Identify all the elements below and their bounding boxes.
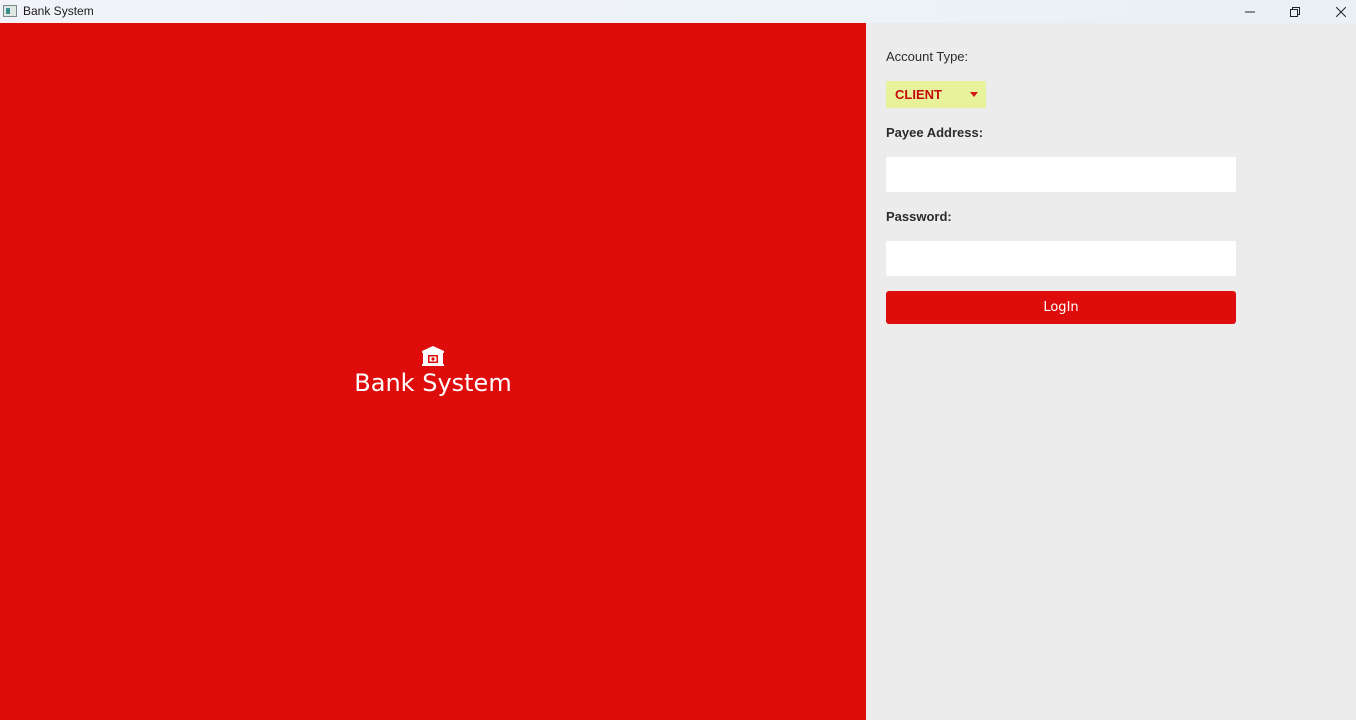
window-titlebar[interactable]: Bank System	[0, 0, 1356, 23]
login-panel: Account Type: CLIENT Payee Address: Pass…	[866, 23, 1356, 720]
password-input[interactable]	[886, 241, 1236, 276]
chevron-down-icon	[970, 92, 978, 97]
window-title: Bank System	[23, 4, 94, 18]
login-button[interactable]: LogIn	[886, 291, 1236, 324]
brand-block: Bank System	[0, 345, 866, 397]
close-icon	[1336, 6, 1346, 17]
brand-title: Bank System	[354, 369, 512, 397]
payee-address-label: Payee Address:	[886, 125, 984, 140]
minimize-icon	[1245, 11, 1255, 12]
brand-panel: Bank System	[0, 23, 866, 720]
bank-building-icon	[422, 346, 444, 366]
maximize-icon	[1290, 6, 1300, 17]
account-type-label: Account Type:	[886, 49, 969, 64]
password-label: Password:	[886, 209, 952, 224]
account-type-select[interactable]: CLIENT	[886, 81, 986, 108]
payee-address-input[interactable]	[886, 157, 1236, 192]
minimize-button[interactable]	[1227, 0, 1273, 23]
maximize-button[interactable]	[1272, 0, 1318, 23]
close-button[interactable]	[1318, 0, 1356, 23]
app-window-icon	[3, 5, 17, 17]
account-type-value: CLIENT	[895, 87, 942, 102]
